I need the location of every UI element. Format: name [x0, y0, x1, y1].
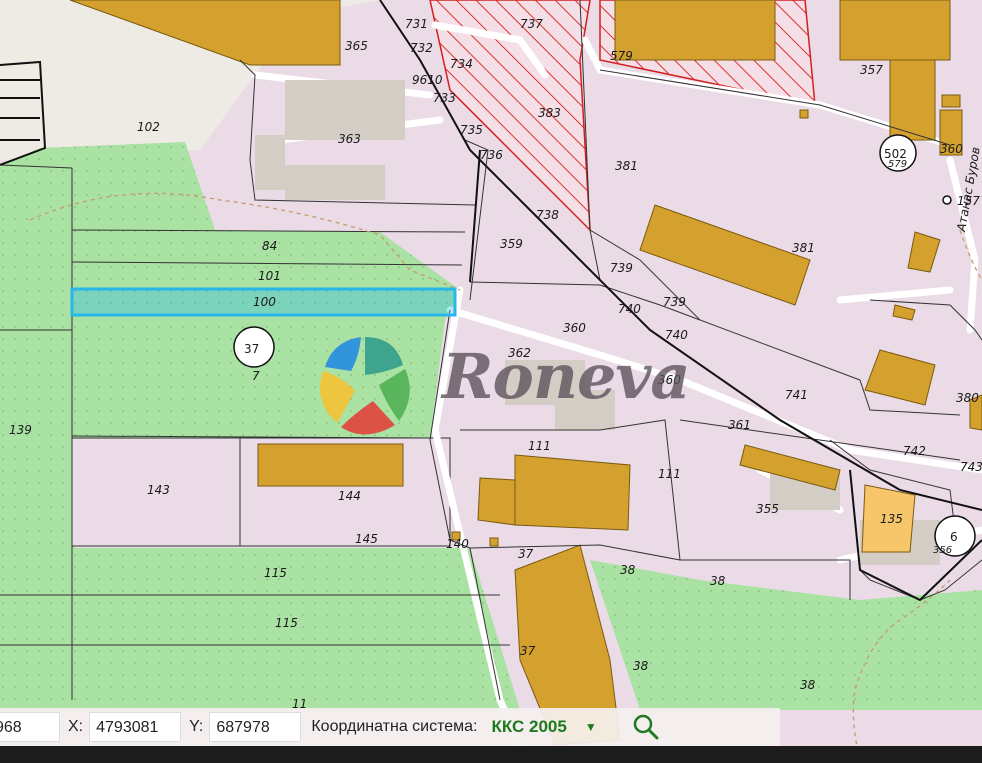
- parcel-label: 115: [275, 616, 298, 630]
- parcel-label: 84: [262, 239, 277, 253]
- parcel-label: 739: [610, 261, 633, 275]
- parcel-label: 111: [528, 439, 551, 453]
- building-144: [257, 443, 404, 487]
- parcel-label: 381: [615, 159, 638, 173]
- parcel-label: 37: [518, 547, 534, 561]
- parcel-label: 355: [756, 502, 779, 516]
- bottom-strip: [0, 746, 982, 763]
- parcel-label: 145: [355, 532, 378, 546]
- parcel-label: 115: [264, 566, 287, 580]
- building-111: [514, 454, 631, 531]
- parcel-label: 362: [508, 346, 531, 360]
- parcel-label: 38: [620, 563, 636, 577]
- parcel-label: 733: [433, 91, 456, 105]
- building-357: [839, 0, 951, 61]
- circle-label-502: 502: [884, 147, 907, 161]
- triangle-down-icon[interactable]: ▼: [585, 720, 597, 734]
- cadastral-map[interactable]: 731 737 365 732 734 9610 733 579 357 102…: [0, 0, 982, 763]
- parcel-label: 7: [252, 369, 260, 383]
- parcel-label: 363: [338, 132, 361, 146]
- parcel-label: 100: [253, 295, 276, 309]
- parcel-label: 361: [728, 418, 751, 432]
- parcel-label: 742: [903, 444, 926, 458]
- parcel-label: 102: [137, 120, 160, 134]
- x-coordinate-field[interactable]: 4793081: [89, 712, 182, 742]
- parcel-label: 9610: [412, 73, 443, 87]
- y-label: Y:: [189, 718, 204, 735]
- coordinate-bar: 968 X: 4793081 Y: 687978 Координатна сис…: [0, 708, 780, 746]
- y-coordinate-field[interactable]: 687978: [209, 712, 302, 742]
- parcel-label: 111: [658, 467, 681, 481]
- parcel-label: 739: [663, 295, 686, 309]
- magnifier-icon: [633, 714, 659, 740]
- parcel-label: 144: [338, 489, 361, 503]
- parcel-label: 738: [536, 208, 559, 222]
- building-579: [614, 0, 776, 61]
- parcel-label: 357: [860, 63, 883, 77]
- parcel-label: 360: [940, 142, 963, 156]
- parcel-label: 101: [258, 269, 281, 283]
- parcel-label: 731: [405, 17, 428, 31]
- parcel-label: 37: [520, 644, 536, 658]
- parcel-label: 579: [610, 49, 633, 63]
- parcel-label: 381: [792, 241, 815, 255]
- parcel-label: 737: [520, 17, 543, 31]
- x-label: X:: [68, 718, 84, 735]
- parcel-label: 743: [960, 460, 982, 474]
- coordinate-system-label: Координатна система:: [311, 718, 478, 735]
- parcel-label: 740: [665, 328, 688, 342]
- search-button[interactable]: [629, 712, 663, 742]
- circle-label-37: 37: [244, 342, 259, 356]
- coordinate-system-select[interactable]: ККС 2005: [492, 717, 567, 737]
- coordinate-field-first[interactable]: 968: [0, 712, 60, 742]
- parcel-label: 735: [460, 123, 483, 137]
- parcel-label: 140: [446, 537, 469, 551]
- parcel-label: 135: [880, 512, 903, 526]
- parcel-label: 736: [480, 148, 503, 162]
- parcel-label: 139: [9, 423, 32, 437]
- parcel-label: 360: [563, 321, 586, 335]
- parcel-label: 356: [933, 545, 952, 556]
- parcel-label: 380: [956, 391, 979, 405]
- parcel-label: 365: [345, 39, 368, 53]
- parcel-label: 359: [500, 237, 523, 251]
- parcel-label: 740: [618, 302, 641, 316]
- parcel-label: 38: [633, 659, 649, 673]
- parcel-label: 360: [658, 373, 681, 387]
- parcel-label: 143: [147, 483, 170, 497]
- parcel-label: 383: [538, 106, 561, 120]
- parcel-label: 38: [800, 678, 816, 692]
- parcel-label: 734: [450, 57, 473, 71]
- parcel-label: 741: [785, 388, 808, 402]
- parcel-label: 732: [410, 41, 433, 55]
- circle-label-6: 6: [950, 530, 958, 544]
- parcel-label: 38: [710, 574, 726, 588]
